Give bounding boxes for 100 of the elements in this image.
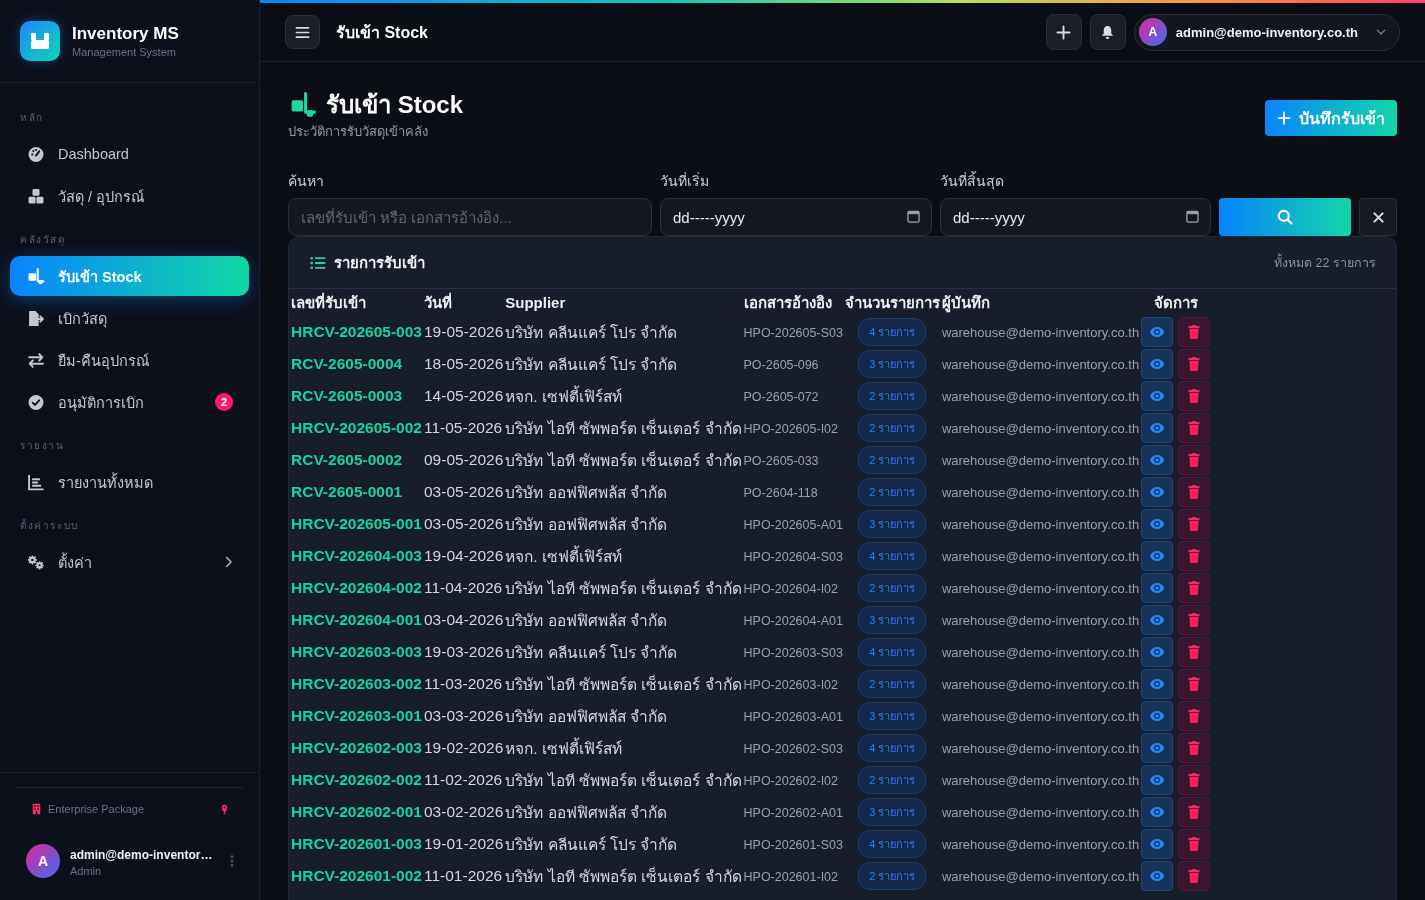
- item-count-badge: 2 รายการ: [858, 414, 927, 442]
- view-button[interactable]: [1141, 701, 1174, 731]
- reference-number: HPO-202605-S03: [743, 326, 843, 340]
- supplier-name: หจก. เซฟตี้เฟิร์สท์: [505, 387, 622, 405]
- receipt-number-link[interactable]: HRCV-202603-002: [291, 675, 422, 692]
- date-field[interactable]: dd-----yyyy: [940, 198, 1211, 236]
- nav-item[interactable]: เบิกวัสดุ: [10, 298, 249, 338]
- clear-button[interactable]: [1359, 198, 1397, 236]
- trash-icon: [1188, 773, 1201, 787]
- recorder-email: warehouse@demo-inventory.co.th: [941, 645, 1140, 660]
- total-count: ทั้งหมด 22 รายการ: [1274, 252, 1376, 272]
- plus-icon: [1056, 24, 1072, 40]
- date-field[interactable]: dd-----yyyy: [660, 198, 932, 236]
- receipt-number-link[interactable]: RCV-2605-0002: [291, 451, 403, 468]
- view-button[interactable]: [1141, 413, 1174, 443]
- nav-item[interactable]: ยืม-คืนอุปกรณ์: [10, 340, 249, 380]
- receipt-number-link[interactable]: HRCV-202605-003: [291, 323, 422, 340]
- nav-item[interactable]: วัสดุ / อุปกรณ์: [10, 176, 249, 216]
- receipt-number-link[interactable]: HRCV-202603-003: [291, 643, 422, 660]
- view-button[interactable]: [1141, 509, 1174, 539]
- panel-title: รายการรับเข้า: [334, 252, 425, 273]
- delete-button[interactable]: [1178, 349, 1211, 379]
- receipt-date: 11-05-2026: [424, 419, 503, 436]
- menu-button[interactable]: [285, 15, 320, 49]
- search-field[interactable]: เลขที่รับเข้า หรือ เอกสารอ้างอิง...: [288, 198, 652, 236]
- receipt-number-link[interactable]: HRCV-202604-002: [291, 579, 422, 596]
- add-button[interactable]: [1045, 14, 1082, 50]
- count-badge: 2: [215, 393, 233, 411]
- item-count-badge: 2 รายการ: [858, 446, 927, 474]
- delete-button[interactable]: [1178, 573, 1211, 603]
- view-button[interactable]: [1141, 573, 1174, 603]
- delete-button[interactable]: [1178, 637, 1211, 667]
- view-button[interactable]: [1141, 733, 1174, 763]
- item-count-badge: 4 รายการ: [858, 830, 927, 858]
- supplier-name: บริษัท ไอที ซัพพอร์ต เซ็นเตอร์ จำกัด: [505, 419, 742, 437]
- receipt-number-link[interactable]: RCV-2605-0001: [291, 483, 403, 500]
- receipt-number-link[interactable]: HRCV-202605-002: [291, 419, 422, 436]
- receipt-number-link[interactable]: HRCV-202604-001: [291, 611, 422, 628]
- delete-button[interactable]: [1178, 605, 1211, 635]
- delete-button[interactable]: [1178, 733, 1211, 763]
- recorder-email: warehouse@demo-inventory.co.th: [941, 709, 1140, 724]
- delete-button[interactable]: [1178, 445, 1211, 475]
- view-button[interactable]: [1141, 349, 1174, 379]
- delete-button[interactable]: [1178, 765, 1211, 795]
- recorder-email: warehouse@demo-inventory.co.th: [941, 517, 1140, 532]
- receipt-number-link[interactable]: HRCV-202605-001: [291, 515, 422, 532]
- delete-button[interactable]: [1178, 381, 1211, 411]
- receipt-date: 09-05-2026: [424, 451, 504, 468]
- receipt-number-link[interactable]: HRCV-202602-003: [291, 739, 422, 756]
- nav-item[interactable]: รายงานทั้งหมด: [10, 462, 249, 502]
- view-button[interactable]: [1141, 797, 1174, 827]
- nav-item[interactable]: Dashboard: [10, 134, 249, 174]
- view-button[interactable]: [1141, 765, 1174, 795]
- view-button[interactable]: [1141, 541, 1174, 571]
- view-button[interactable]: [1141, 381, 1174, 411]
- receipt-number-link[interactable]: HRCV-202602-001: [291, 803, 422, 820]
- view-button[interactable]: [1141, 477, 1174, 507]
- delete-button[interactable]: [1178, 317, 1211, 347]
- delete-button[interactable]: [1178, 861, 1211, 891]
- view-button[interactable]: [1141, 829, 1174, 859]
- view-button[interactable]: [1141, 861, 1174, 891]
- view-button[interactable]: [1141, 445, 1174, 475]
- delete-button[interactable]: [1178, 413, 1211, 443]
- receipt-number-link[interactable]: HRCV-202601-002: [291, 867, 422, 884]
- receipt-number-link[interactable]: HRCV-202603-001: [291, 707, 422, 724]
- supplier-name: หจก. เซฟตี้เฟิร์สท์: [505, 739, 622, 757]
- receipt-date: 11-03-2026: [424, 675, 503, 692]
- calendar-icon: [1186, 210, 1199, 223]
- supplier-name: บริษัท ไอที ซัพพอร์ต เซ็นเตอร์ จำกัด: [505, 675, 742, 693]
- user-menu-button[interactable]: A admin@demo-inventory.co.th: [1133, 13, 1400, 51]
- delete-button[interactable]: [1178, 701, 1211, 731]
- delete-button[interactable]: [1178, 797, 1211, 827]
- pin-icon: [221, 803, 228, 815]
- trash-icon: [1188, 709, 1201, 723]
- receipt-number-link[interactable]: RCV-2605-0004: [291, 355, 403, 372]
- receipt-number-link[interactable]: HRCV-202601-003: [291, 835, 422, 852]
- delete-button[interactable]: [1178, 509, 1211, 539]
- reference-number: HPO-202604-S03: [743, 550, 843, 564]
- receipt-number-link[interactable]: HRCV-202602-002: [291, 771, 422, 788]
- receipt-number-link[interactable]: HRCV-202604-003: [291, 547, 422, 564]
- notifications-button[interactable]: [1089, 14, 1126, 50]
- column-header: เลขที่รับเข้า: [291, 293, 366, 311]
- delete-button[interactable]: [1178, 477, 1211, 507]
- delete-button[interactable]: [1178, 669, 1211, 699]
- nav-item[interactable]: ตั้งค่า: [10, 542, 249, 582]
- nav-item[interactable]: อนุมัติการเบิก 2: [10, 382, 249, 422]
- cubes-icon: [27, 187, 45, 205]
- reference-number: HPO-202604-I02: [743, 582, 839, 596]
- delete-button[interactable]: [1178, 541, 1211, 571]
- view-button[interactable]: [1141, 317, 1174, 347]
- receipt-date: 19-01-2026: [424, 835, 504, 852]
- delete-button[interactable]: [1178, 829, 1211, 859]
- receipt-number-link[interactable]: RCV-2605-0003: [291, 387, 403, 404]
- trash-icon: [1188, 421, 1201, 435]
- view-button[interactable]: [1141, 669, 1174, 699]
- user-avatar: A: [1138, 18, 1167, 46]
- eye-icon: [1149, 774, 1166, 786]
- view-button[interactable]: [1141, 605, 1174, 635]
- view-button[interactable]: [1141, 637, 1174, 667]
- item-count-badge: 3 รายการ: [858, 606, 927, 634]
